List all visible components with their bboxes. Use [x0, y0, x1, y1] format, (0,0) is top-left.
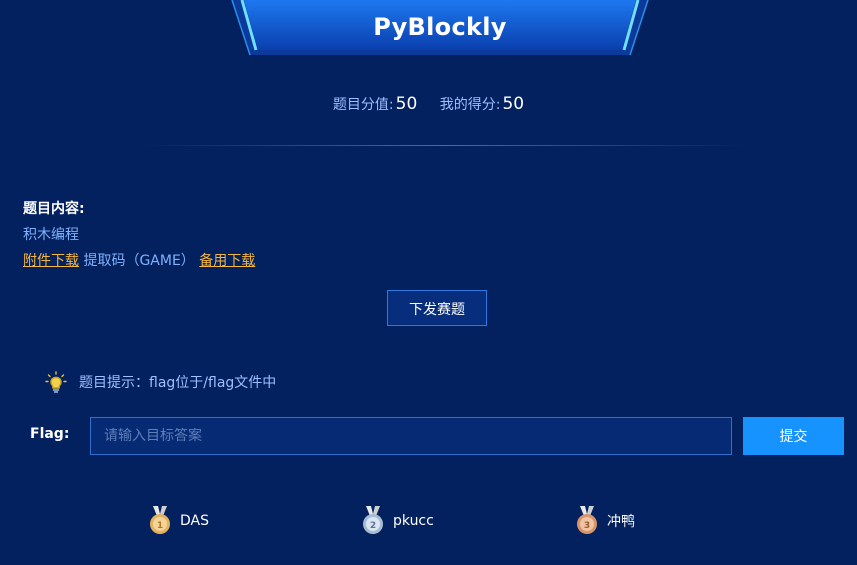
flag-input[interactable]	[90, 417, 732, 455]
content-label: 题目内容:	[23, 201, 85, 217]
score-value-label: 题目分值:	[332, 97, 394, 113]
ranking-team: DAS	[180, 513, 209, 529]
my-score-value: 50	[502, 94, 525, 114]
bronze-medal-icon: 3	[577, 506, 597, 534]
ranking-team: pkucc	[393, 513, 434, 529]
bronze-medal-number: 3	[584, 521, 590, 531]
ranking-first: 1 DAS	[146, 506, 209, 536]
title-banner: PyBlockly	[230, 0, 650, 56]
divider	[140, 145, 750, 146]
challenge-title: PyBlockly	[373, 13, 507, 41]
score-row: 题目分值: 50 我的得分: 50	[0, 94, 857, 114]
backup-download-link[interactable]: 备用下载	[199, 253, 255, 269]
attachment-download-link[interactable]: 附件下载	[23, 253, 79, 269]
challenge-page: PyBlockly 题目分值: 50 我的得分: 50 题目内容: 积木编程 附件下…	[0, 0, 857, 565]
flag-label: Flag:	[30, 426, 70, 442]
ranking-second: 2 pkucc	[359, 506, 434, 536]
extract-code: 提取码（GAME）	[83, 253, 195, 269]
issue-challenge-button[interactable]: 下发赛题	[387, 290, 487, 326]
submit-button[interactable]: 提交	[743, 417, 844, 455]
hint-row: 题目提示：flag位于/flag文件中	[45, 371, 276, 393]
lightbulb-icon	[45, 371, 67, 393]
challenge-content: 题目内容: 积木编程 附件下载 提取码（GAME） 备用下载	[23, 196, 255, 274]
score-value: 50	[395, 94, 418, 114]
content-description: 积木编程	[23, 227, 79, 243]
hint-text: 题目提示：flag位于/flag文件中	[79, 375, 277, 391]
gold-medal-number: 1	[157, 521, 163, 531]
gold-medal-icon: 1	[150, 506, 170, 534]
download-row: 附件下载 提取码（GAME） 备用下载	[23, 248, 255, 274]
my-score-label: 我的得分:	[439, 97, 501, 113]
ranking-team: 冲鸭	[607, 514, 635, 530]
silver-medal-number: 2	[370, 521, 376, 531]
silver-medal-icon: 2	[363, 506, 383, 534]
ranking-third: 3 冲鸭	[573, 506, 635, 536]
